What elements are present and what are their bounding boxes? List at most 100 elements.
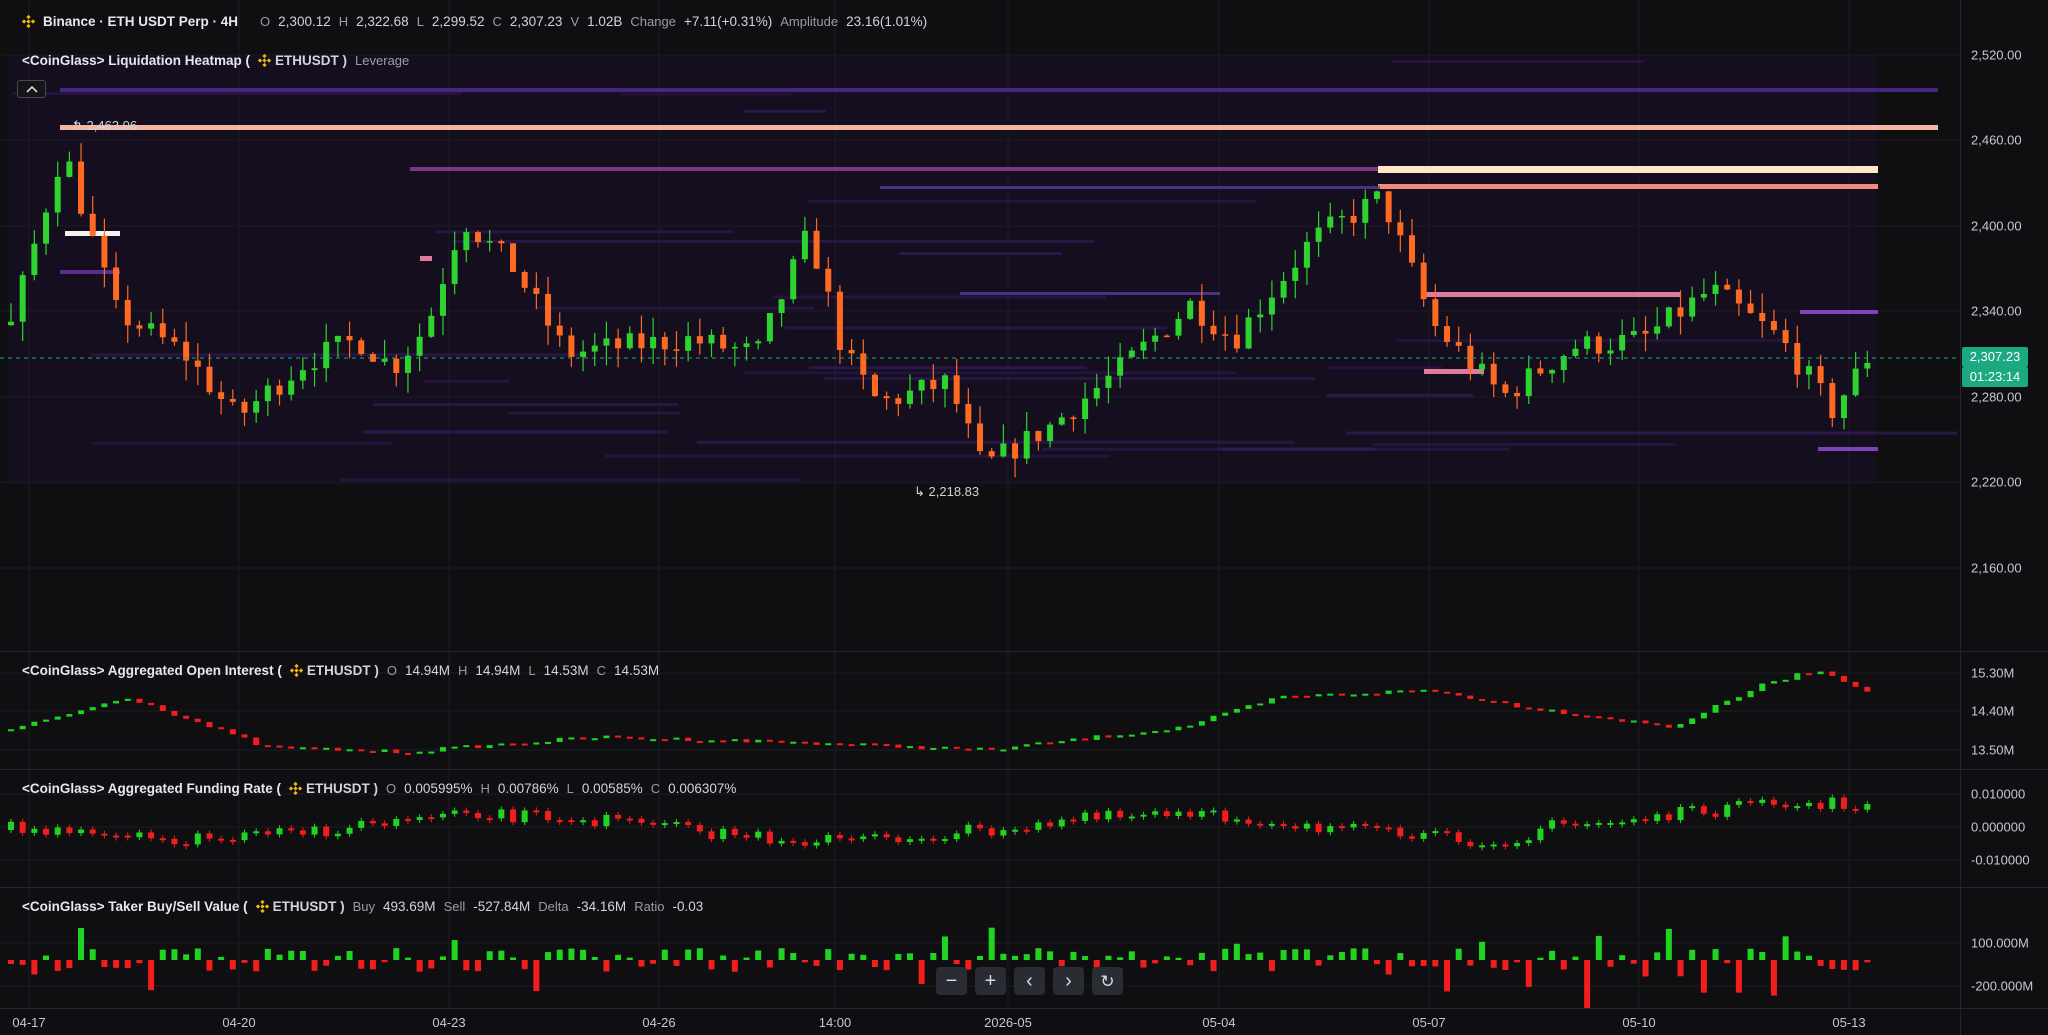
oi-candle [1817,671,1824,675]
fr-candle [1070,819,1077,822]
price-pane[interactable]: 2,520.00 2,460.00 2,400.00 2,340.00 2,28… [0,0,2048,652]
taker-bar [1525,960,1532,987]
oi-candle [1724,700,1731,705]
zoom-in-button[interactable]: + [975,967,1006,995]
taker-bar [930,953,937,960]
price-chart-svg[interactable] [0,0,1960,651]
taker-bar [906,953,913,960]
ohlc-value: 2,300.12 [278,14,331,29]
high-marker-value: 2,463.06 [86,118,138,133]
fr-candle [1409,836,1415,839]
scroll-right-button[interactable]: › [1053,967,1084,995]
candle-body [1163,335,1170,338]
price-plot[interactable] [0,0,1960,651]
fr-candle [1572,823,1579,826]
candle-body [439,284,446,316]
time-axis[interactable]: 04-17 04-20 04-23 04-26 14:00 2026-05 05… [0,1008,1960,1035]
fr-candle [1117,810,1124,818]
candle-body [708,334,715,344]
fr-candle [206,833,213,839]
fr-candle [1840,797,1847,809]
taker-axis[interactable]: 100.000M -200.000M [1960,888,2048,1008]
fr-candle [1700,806,1707,814]
heatmap-legend[interactable]: <CoinGlass> Liquidation Heatmap ( ETHUSD… [22,53,409,68]
oi-candle [1000,749,1007,752]
ohlc-value: 493.69M [383,899,436,914]
candle-body [171,337,178,342]
oi-candle [953,746,960,749]
candle-body [848,349,855,354]
oi-tick: 15.30M [1971,665,2015,681]
open-interest-axis[interactable]: 15.30M 14.40M 13.50M [1960,652,2048,769]
taker-bar [1677,960,1684,977]
oi-candle [194,718,201,723]
taker-bar [1292,949,1299,960]
fr-candle [369,820,376,824]
reset-chart-button[interactable]: ↻ [1092,967,1123,995]
fr-candle [334,833,341,837]
funding-rate-legend[interactable]: <CoinGlass> Aggregated Funding Rate ( ET… [22,781,736,796]
taker-bar [1794,951,1801,960]
candle-body [533,287,540,294]
oi-candle [1479,698,1486,701]
fr-candle [1303,823,1310,829]
candle-body [463,232,470,251]
ohlc-key: O [260,14,271,29]
fr-candle [953,833,960,840]
ohlc-key: L [528,663,536,678]
fr-candle [1327,826,1334,833]
axis-corner [1960,1008,2048,1035]
liquidation-level [1345,431,1957,435]
taker-bar [124,960,131,969]
open-interest-legend[interactable]: <CoinGlass> Aggregated Open Interest ( E… [22,663,659,678]
scroll-left-button[interactable]: ‹ [1014,967,1045,995]
candle-body [790,259,797,300]
fr-candle [708,831,715,840]
open-interest-pane[interactable]: 15.30M 14.40M 13.50M <CoinGlass> Aggrega… [0,652,2048,770]
taker-bar [1619,955,1626,960]
taker-bar [1584,960,1591,1008]
funding-rate-axis[interactable]: 0.010000 0.000000 -0.010000 [1960,770,2048,887]
taker-legend[interactable]: <CoinGlass> Taker Buy/Sell Value ( ETHUS… [22,899,703,914]
taker-bar [1082,956,1089,960]
candle-body [1747,303,1754,314]
candle-body [264,385,271,402]
collapse-legend-button[interactable] [17,80,46,98]
funding-rate-pane[interactable]: 0.010000 0.000000 -0.010000 <CoinGlass> … [0,770,2048,888]
fr-candle [54,827,61,835]
fr-candle [673,822,680,825]
candle-body [766,312,773,342]
liquidation-level [60,270,120,274]
oi-candle [860,743,867,746]
time-tick: 05-13 [1832,1015,1866,1030]
taker-bar [521,960,528,970]
taker-tick: 100.000M [1971,935,2029,951]
amplitude-value: 23.16(1.01%) [846,14,928,29]
candle-body [1525,368,1532,397]
oi-candle [54,716,61,720]
candle-body [1595,336,1602,354]
taker-bar [626,957,633,960]
candle-body [78,161,85,214]
oi-candle [1630,720,1637,723]
candle-body [276,385,283,395]
oi-candle [1373,693,1380,696]
oi-candle [1654,723,1661,726]
fr-candle [965,824,972,834]
taker-bar [603,960,610,972]
liquidation-level [1800,310,1878,314]
taker-bar [650,960,657,964]
oi-candle [743,739,750,743]
fr-candle [918,838,925,841]
fr-candle [1152,811,1159,815]
oi-candle [498,743,505,746]
candle-body [1128,350,1135,358]
fr-candle [1654,814,1661,821]
fr-candle [1747,801,1754,804]
candle-body [1584,336,1591,349]
fr-candle [299,830,306,835]
taker-bar [673,960,680,966]
price-axis[interactable]: 2,520.00 2,460.00 2,400.00 2,340.00 2,28… [1960,0,2048,651]
fr-candle [1455,832,1462,842]
zoom-out-button[interactable]: − [936,967,967,995]
